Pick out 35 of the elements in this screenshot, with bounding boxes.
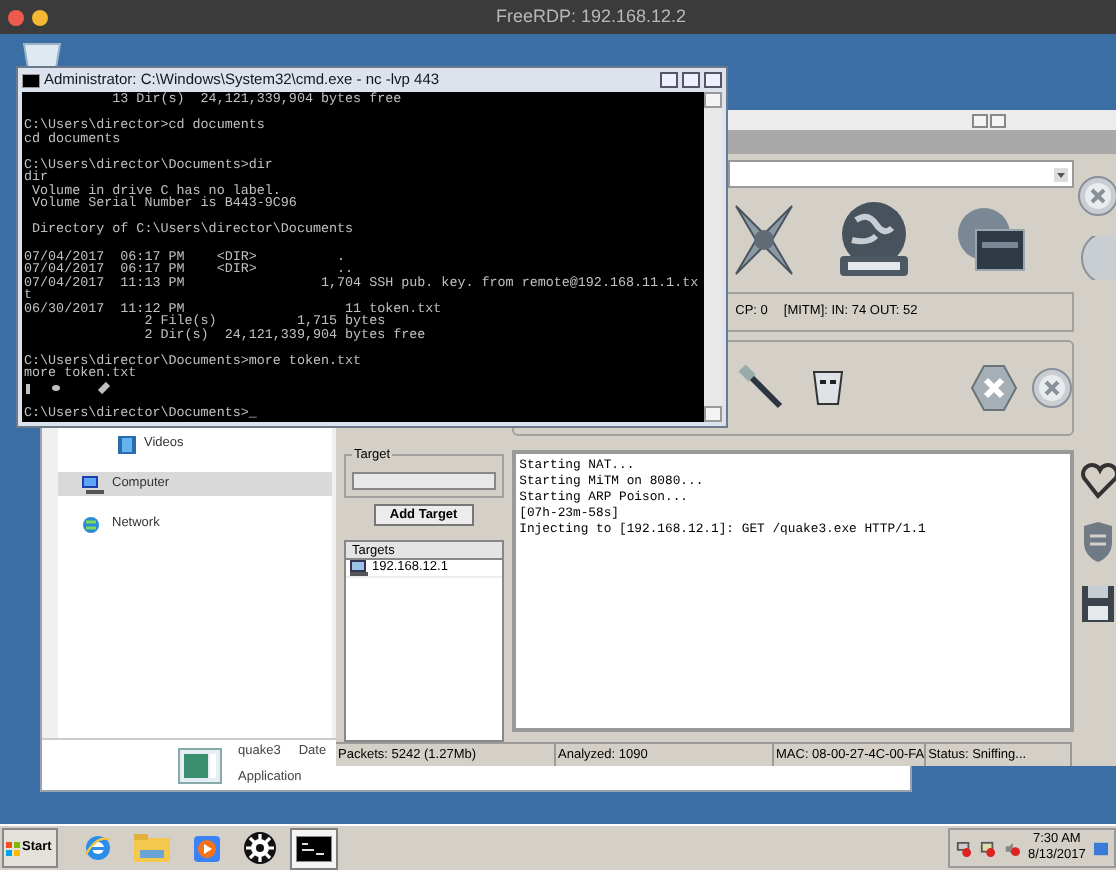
- file-thumbnail-icon: [178, 747, 222, 783]
- close-button[interactable]: [990, 113, 1006, 127]
- close-hexagon-icon[interactable]: [969, 364, 1018, 412]
- minimize-button[interactable]: [660, 72, 678, 88]
- window-title: FreeRDP: 192.168.12.2: [496, 3, 687, 30]
- computer-icon: [350, 560, 368, 576]
- browser-e-icon: [84, 834, 112, 862]
- speaker-muted-icon[interactable]: [1003, 839, 1020, 857]
- interface-dropdown[interactable]: [727, 160, 1074, 188]
- network-globe-icon: [82, 515, 104, 533]
- console-icon: [296, 835, 332, 861]
- target-field[interactable]: [352, 472, 496, 490]
- network-icon[interactable]: [979, 839, 996, 857]
- close-circle-icon[interactable]: [1031, 368, 1072, 408]
- play-icon: [193, 835, 219, 861]
- caret-icon: [1053, 167, 1068, 181]
- garbled-glyphs-drawing: [24, 382, 112, 395]
- mask-icon[interactable]: [809, 368, 846, 408]
- film-icon: [118, 435, 136, 453]
- scroll-down-button[interactable]: [704, 406, 722, 422]
- dhcp-globe-icon[interactable]: [835, 200, 912, 280]
- windows-logo-icon: [6, 841, 20, 855]
- close-button[interactable]: [704, 72, 722, 88]
- shield-icon[interactable]: [1080, 520, 1116, 564]
- maximize-button[interactable]: [682, 72, 700, 88]
- scrollbar[interactable]: [704, 92, 722, 422]
- console-icon: [22, 73, 40, 87]
- star-blade-icon[interactable]: [731, 202, 796, 278]
- computer-icon: [82, 475, 104, 493]
- syringe-icon[interactable]: [737, 364, 786, 412]
- gear-icon: [244, 832, 276, 864]
- folder-icon: [134, 834, 170, 862]
- maximize-button[interactable]: [972, 113, 988, 127]
- heart-icon[interactable]: [1080, 460, 1116, 500]
- taskbar-button[interactable]: [290, 827, 338, 869]
